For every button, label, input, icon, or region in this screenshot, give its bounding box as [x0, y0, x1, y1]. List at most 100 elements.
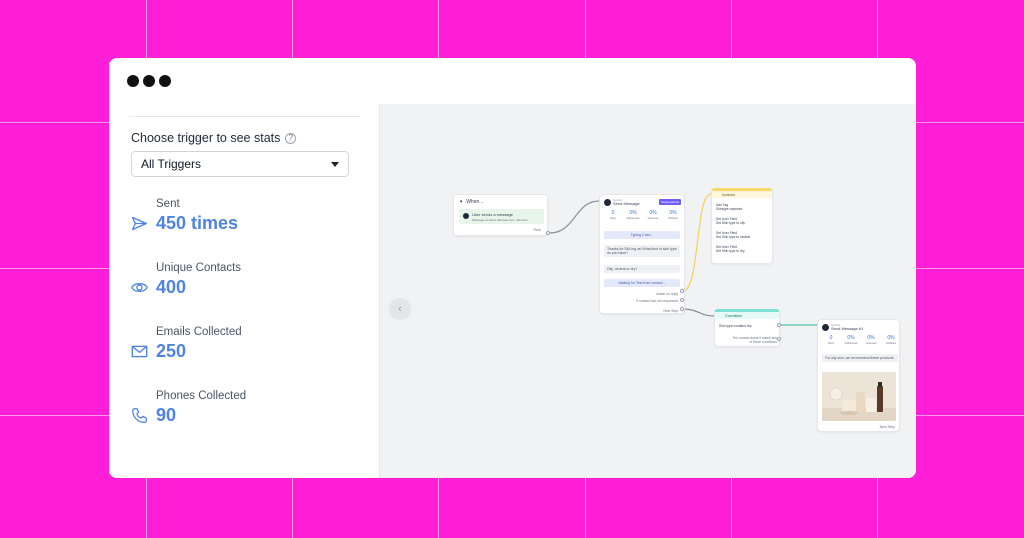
action-value: Set Skin type to dry [716, 249, 745, 253]
window-controls [127, 75, 171, 87]
skincare-products-image [822, 372, 896, 421]
node-stats: 0 Sent 0% Delivered 0% Opened 0% Clicked [821, 335, 901, 345]
chevron-down-icon [331, 161, 339, 167]
actions-node[interactable]: Actions Add Tag Skintype captured Set Use… [711, 188, 773, 264]
stat-label: Unique Contacts [156, 262, 242, 274]
connector-handle[interactable] [777, 337, 781, 341]
app-window: Choose trigger to see stats ? All Trigge… [109, 58, 916, 478]
collapse-toggle[interactable]: ‹ [389, 298, 411, 320]
window-dot[interactable] [143, 75, 155, 87]
node-stat: 0 Sent [603, 210, 623, 220]
condition-rule: Skin type contains oily [719, 324, 752, 328]
stat-label: Sent [156, 198, 180, 210]
node-stat: 0% Clicked [881, 335, 901, 345]
node-stat-label: Opened [647, 216, 659, 220]
connector-handle[interactable] [546, 231, 550, 235]
send-message-node-2[interactable]: Sephie Send Message #1 0 Sent 0% Delivered… [817, 319, 900, 432]
node-stat-label: Opened [865, 341, 877, 345]
condition-node[interactable]: Condition Skin type contains oily The co… [714, 309, 780, 347]
next-step-label: Next Step [663, 309, 678, 313]
action-value: Set Skin type to neutral [716, 235, 751, 239]
trigger-node[interactable]: ✦ When... User sends a message Message c… [453, 194, 548, 236]
window-dot[interactable] [159, 75, 171, 87]
window-dot[interactable] [127, 75, 139, 87]
product-image [822, 372, 896, 421]
node-stat: 0% Opened [643, 210, 663, 220]
connector-handle[interactable] [680, 307, 684, 311]
divider [129, 116, 361, 117]
node-header: Sephie Send Message #1 [822, 323, 863, 331]
node-stat: 0% Clicked [663, 210, 683, 220]
message-options[interactable]: Oily, neutral or dry? [604, 265, 680, 273]
message-bubble[interactable]: For oily skin, we recommend these produc… [822, 354, 898, 362]
connector-handle[interactable] [680, 298, 684, 302]
trigger-heading: Choose trigger to see stats ? [131, 131, 297, 145]
action-item: Set User Field Set Skin type to neutral [716, 231, 750, 239]
sparkle-icon: ✦ [459, 199, 464, 205]
actions-header: Actions [712, 191, 772, 198]
chevron-left-icon: ‹ [398, 303, 402, 315]
node-title-text: Send Message [613, 201, 640, 206]
trigger-subtext: Message contains Skincare tips, Skincare [472, 218, 528, 222]
node-stat-label: Delivered [844, 341, 858, 345]
action-item: Add Tag Skintype captured [716, 203, 742, 211]
trigger-node-header: ✦ When... [459, 199, 483, 205]
avatar [604, 198, 611, 206]
condition-header: Condition [715, 312, 779, 319]
node-title: Sephie Send Message [613, 198, 640, 206]
trigger-select[interactable]: All Triggers [131, 151, 349, 177]
node-stat-label: Sent [827, 341, 835, 345]
condition-else: The contact doesn't match any of these c… [732, 336, 777, 344]
node-stat-label: Delivered [626, 216, 640, 220]
action-on-reply-label: Action on reply [656, 292, 678, 296]
typing-indicator: Typing 2 sec... [604, 231, 680, 239]
send-icon [132, 216, 147, 231]
stat-label: Phones Collected [156, 390, 247, 402]
trigger-condition[interactable]: User sends a message Message contains Sk… [459, 209, 544, 224]
node-stat: 0% Delivered [623, 210, 643, 220]
action-value: Set Skin type to oily [716, 221, 745, 225]
node-stats: 0 Sent 0% Delivered 0% Opened 0% Clicked [603, 210, 683, 220]
action-value: Skintype captured [716, 207, 743, 211]
node-title: Sephie Send Message #1 [831, 323, 863, 331]
node-stat: 0% Opened [861, 335, 881, 345]
not-responded-label: If contact has not responded [636, 299, 678, 303]
connector-line [549, 200, 600, 234]
action-item: Set User Field Set Skin type to oily [716, 217, 745, 225]
trigger-text: User sends a message [472, 212, 513, 217]
phone-icon [132, 408, 147, 423]
connector-handle[interactable] [777, 323, 781, 327]
stats-sidebar: Choose trigger to see stats ? All Trigge… [109, 104, 379, 478]
node-stat-label: Sent [609, 216, 617, 220]
node-stat-label: Clicked [886, 341, 896, 345]
message-bubble[interactable]: Thanks for DM-ing us! What kind of skin … [604, 245, 680, 257]
help-icon[interactable]: ? [285, 132, 297, 144]
node-title-text: Send Message #1 [831, 326, 864, 331]
stat-value: 250 [156, 341, 187, 361]
connector-line [682, 193, 712, 292]
node-stat: 0% Delivered [841, 335, 861, 345]
respondents-badge: Respondents [659, 199, 681, 205]
stat-label: Emails Collected [156, 326, 242, 338]
node-header: Sephie Send Message [604, 198, 640, 206]
connector-handle[interactable] [680, 289, 684, 293]
mail-icon [131, 345, 148, 358]
node-stat: 0 Sent [821, 335, 841, 345]
stat-value: 90 [156, 405, 177, 425]
connector-line [682, 308, 715, 317]
flow-canvas[interactable]: ‹ ✦ When... User sends a message Message… [379, 104, 916, 478]
waiting-indicator: Waiting for Text from contact... [604, 279, 680, 287]
stat-value: 450 times [156, 213, 239, 233]
eye-icon [131, 282, 148, 293]
avatar [822, 323, 829, 331]
instagram-icon [463, 213, 469, 219]
send-message-node[interactable]: Sephie Send Message Respondents 0 Sent 0%… [599, 194, 685, 314]
trigger-select-value: All Triggers [141, 157, 202, 171]
stat-value: 400 [156, 277, 187, 297]
next-step-label: Next Step [879, 425, 895, 429]
node-stat-label: Clicked [668, 216, 678, 220]
action-item: Set User Field Set Skin type to dry [716, 245, 745, 253]
then-label: Then [533, 228, 541, 232]
trigger-heading-text: Choose trigger to see stats [131, 131, 281, 145]
trigger-node-title: When... [466, 199, 484, 205]
